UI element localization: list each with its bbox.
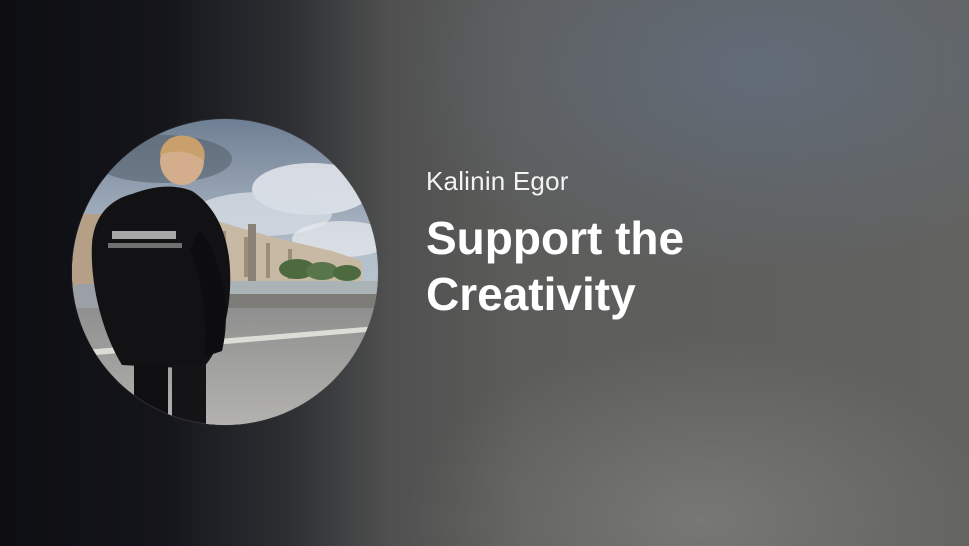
author-name: Kalinin Egor <box>426 166 569 196</box>
page-title: Support the Creativity <box>426 212 685 320</box>
profile-card: Kalinin Egor Support the Creativity <box>0 0 969 546</box>
profile-text: Kalinin Egor Support the Creativity <box>426 164 906 322</box>
profile-photo-icon <box>72 119 378 425</box>
avatar <box>72 119 378 425</box>
